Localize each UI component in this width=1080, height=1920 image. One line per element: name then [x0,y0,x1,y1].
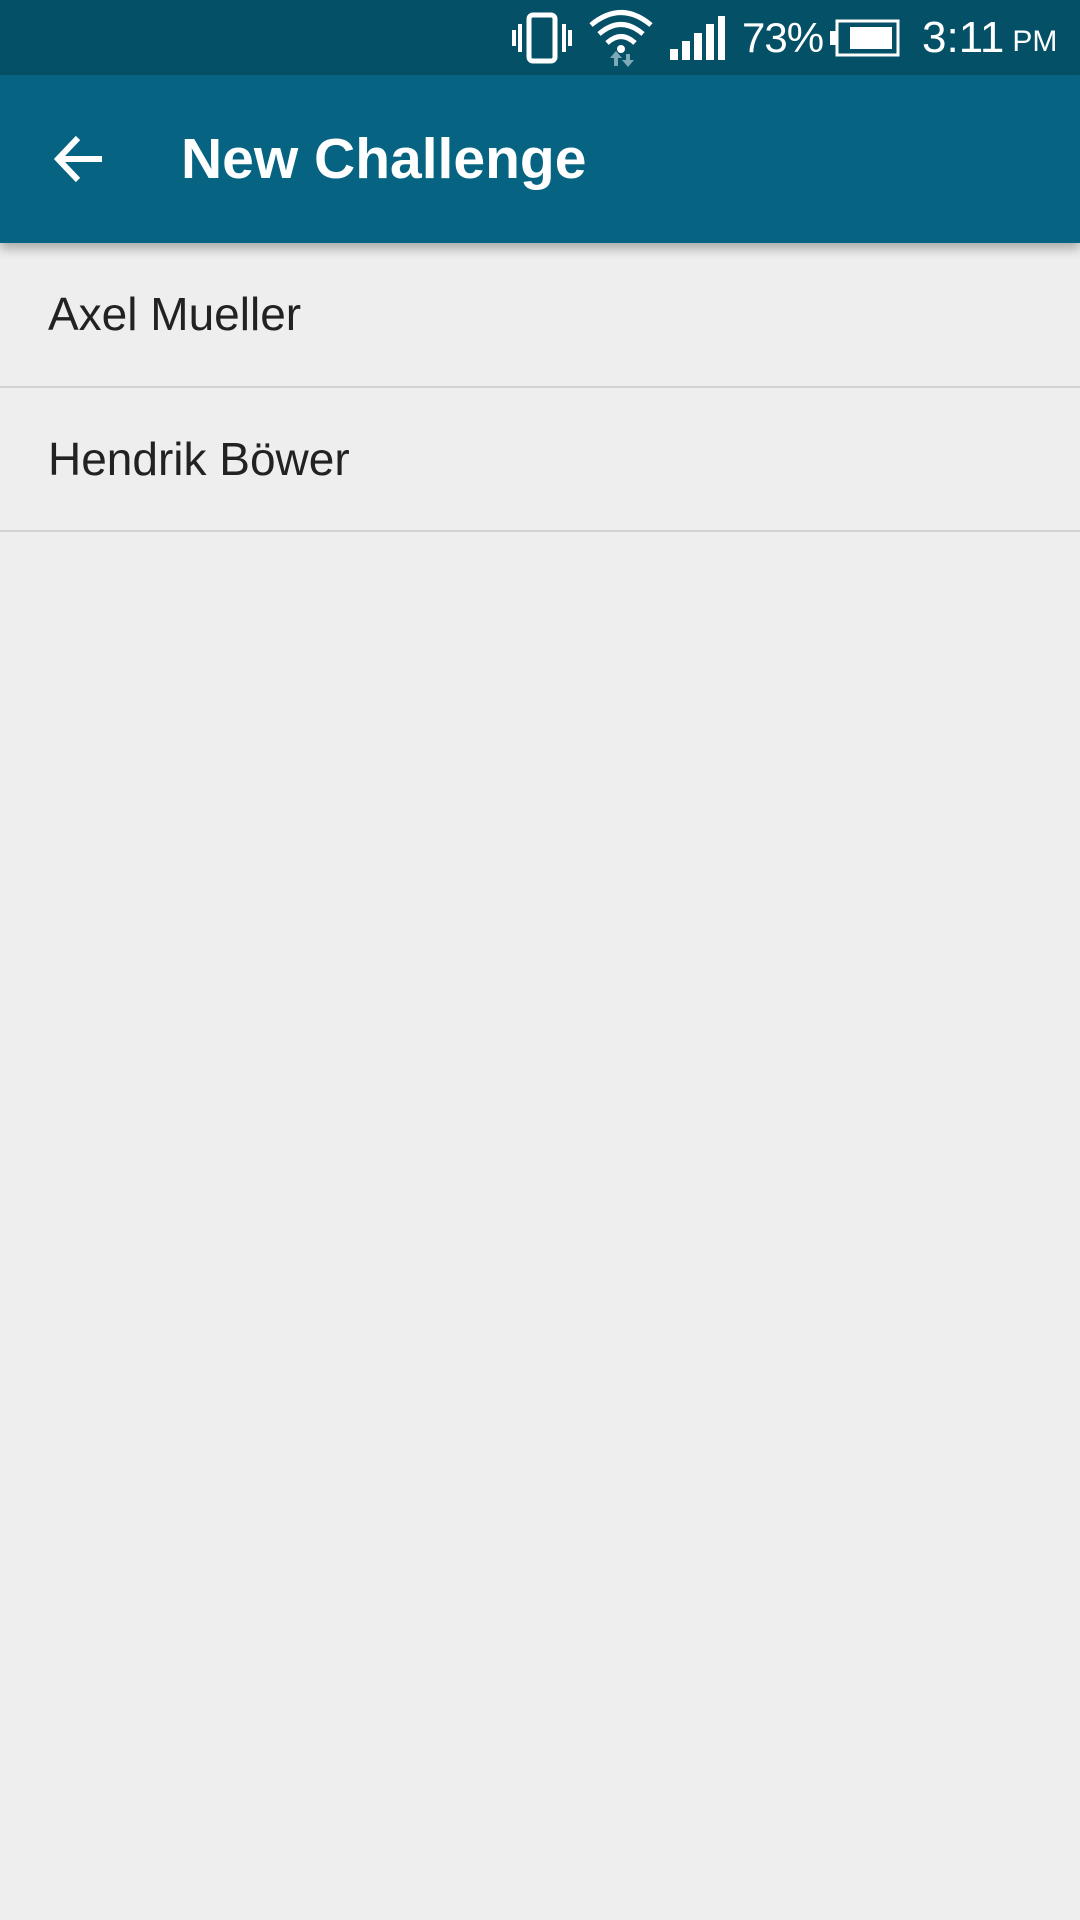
wifi-icon [588,0,654,75]
status-bar: 73% 3:11 PM [0,0,1080,75]
battery-icon [830,0,900,75]
contact-item-hendrik-bower[interactable]: Hendrik Böwer [0,388,1080,532]
signal-icon [668,0,726,75]
contact-name: Hendrik Böwer [48,433,350,485]
page-title: New Challenge [181,127,587,191]
clock-ampm: PM [1012,24,1058,58]
contact-list: Axel Mueller Hendrik Böwer [0,243,1080,532]
contact-item-axel-mueller[interactable]: Axel Mueller [0,243,1080,388]
app-bar: New Challenge [0,75,1080,243]
arrow-back-icon [54,135,102,183]
back-button[interactable] [40,119,120,199]
clock: 3:11 PM [922,0,1057,75]
contact-name: Axel Mueller [48,288,302,340]
vibrate-icon [512,0,572,75]
clock-time: 3:11 [922,12,1005,62]
battery-percentage: 73% [742,13,824,61]
